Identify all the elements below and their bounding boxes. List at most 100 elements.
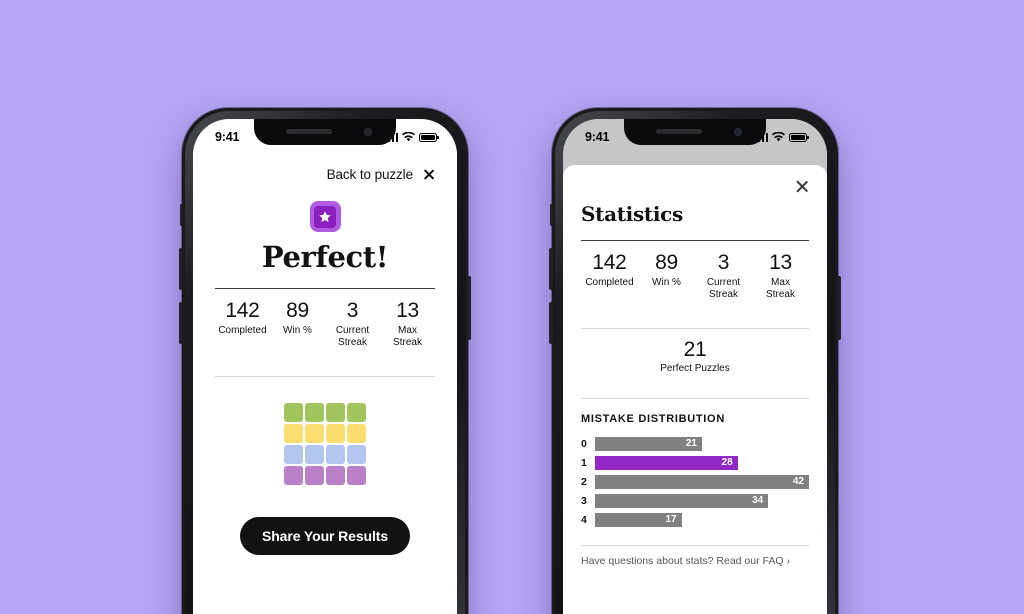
stat-max-streak: 13 Max Streak bbox=[752, 251, 809, 302]
result-tile bbox=[305, 444, 324, 464]
stat-current-streak: 3 Current Streak bbox=[695, 251, 752, 302]
result-tile-grid bbox=[284, 402, 366, 485]
mistake-bar-track: 28 bbox=[595, 455, 809, 470]
stat-value: 13 bbox=[769, 251, 792, 274]
mistake-bar-category: 0 bbox=[581, 437, 587, 450]
stat-value: 142 bbox=[592, 251, 627, 274]
wifi-icon bbox=[772, 132, 785, 142]
screen-right: 9:41 Statistics 142 Completed 89 Win % 3… bbox=[563, 119, 827, 614]
mistake-bar-row: 1 28 bbox=[581, 455, 809, 470]
mistake-bar-row: 0 21 bbox=[581, 436, 809, 451]
silence-switch[interactable] bbox=[550, 204, 553, 226]
stat-current-streak: 3 Current Streak bbox=[325, 299, 380, 350]
close-icon[interactable] bbox=[422, 168, 435, 181]
phone-right: 9:41 Statistics 142 Completed 89 Win % 3… bbox=[549, 108, 841, 614]
page-title: Perfect! bbox=[261, 240, 389, 274]
result-tile bbox=[347, 465, 366, 485]
star-badge-icon bbox=[309, 201, 341, 232]
mistake-bar-track: 17 bbox=[595, 512, 809, 527]
stat-label: Max Streak bbox=[393, 324, 422, 349]
stat-max-streak: 13 Max Streak bbox=[380, 299, 435, 350]
mistake-bar-row: 4 17 bbox=[581, 512, 809, 527]
power-button[interactable] bbox=[837, 276, 841, 340]
silence-switch[interactable] bbox=[180, 204, 183, 226]
stat-win-percent: 89 Win % bbox=[270, 299, 325, 350]
stat-label: Win % bbox=[652, 276, 681, 288]
result-tile bbox=[326, 444, 345, 464]
result-tile bbox=[326, 465, 345, 485]
faq-link[interactable]: Have questions about stats? Read our FAQ… bbox=[581, 555, 790, 567]
divider-mid-bottom bbox=[581, 397, 809, 399]
result-tile bbox=[347, 444, 366, 464]
perfect-puzzles-label: Perfect Puzzles bbox=[660, 362, 730, 374]
mistake-bar-category: 2 bbox=[581, 475, 587, 488]
statistics-modal: Statistics 142 Completed 89 Win % 3 Curr… bbox=[563, 165, 827, 614]
stat-value: 3 bbox=[346, 299, 359, 322]
stat-value: 89 bbox=[286, 299, 309, 322]
mistake-bar-track: 21 bbox=[595, 436, 809, 451]
phone-left: 9:41 Back to puzzle Perfect! 142 Complet… bbox=[179, 108, 471, 614]
volume-up-button[interactable] bbox=[179, 248, 183, 290]
wifi-icon bbox=[402, 132, 415, 142]
mistake-distribution-chart: 0 21 1 28 2 42 3 34 4 17 bbox=[581, 436, 809, 527]
star-badge-inner bbox=[314, 205, 336, 228]
mistake-bar-category: 4 bbox=[581, 513, 587, 526]
modal-close-row[interactable] bbox=[581, 165, 809, 194]
result-tile bbox=[284, 423, 303, 443]
result-grid-container bbox=[215, 402, 435, 485]
mistake-bar-fill: 34 bbox=[595, 493, 769, 508]
back-to-puzzle-label[interactable]: Back to puzzle bbox=[327, 167, 414, 182]
status-time: 9:41 bbox=[585, 130, 610, 144]
share-container: Share Your Results bbox=[215, 516, 435, 555]
volume-up-button[interactable] bbox=[549, 248, 553, 290]
back-to-puzzle-row[interactable]: Back to puzzle bbox=[215, 163, 435, 185]
mistake-bar-category: 3 bbox=[581, 494, 587, 507]
stats-row-right: 142 Completed 89 Win % 3 Current Streak … bbox=[581, 241, 809, 314]
screen-left: 9:41 Back to puzzle Perfect! 142 Complet… bbox=[193, 119, 457, 614]
statistics-screen: 9:41 Statistics 142 Completed 89 Win % 3… bbox=[563, 119, 827, 614]
battery-icon bbox=[419, 132, 439, 142]
volume-down-button[interactable] bbox=[179, 302, 183, 344]
mistake-bar-fill: 42 bbox=[595, 474, 809, 489]
mistake-bar-fill: 17 bbox=[595, 512, 682, 527]
stat-completed: 142 Completed bbox=[581, 251, 638, 302]
mistake-bar-fill: 21 bbox=[595, 436, 702, 451]
mistake-bar-track: 42 bbox=[595, 474, 809, 489]
stat-completed: 142 Completed bbox=[215, 299, 270, 350]
result-tile bbox=[326, 402, 345, 422]
share-results-button[interactable]: Share Your Results bbox=[239, 516, 411, 555]
divider-faq bbox=[581, 544, 809, 546]
stat-value: 13 bbox=[396, 299, 419, 322]
page-title: Statistics bbox=[581, 202, 684, 226]
stat-value: 3 bbox=[717, 251, 730, 274]
result-tile bbox=[347, 402, 366, 422]
notch bbox=[254, 119, 396, 145]
stat-label: Current Streak bbox=[706, 276, 741, 301]
notch bbox=[624, 119, 766, 145]
power-button[interactable] bbox=[467, 276, 471, 340]
result-tile bbox=[284, 444, 303, 464]
star-icon bbox=[319, 210, 331, 222]
result-tile bbox=[284, 402, 303, 422]
front-camera bbox=[734, 128, 742, 136]
mistake-bar-row: 3 34 bbox=[581, 493, 809, 508]
result-tile bbox=[326, 423, 345, 443]
badge-container bbox=[215, 201, 435, 232]
mistake-bar-category: 1 bbox=[581, 456, 587, 469]
close-icon[interactable] bbox=[794, 179, 809, 194]
volume-down-button[interactable] bbox=[549, 302, 553, 344]
stat-label: Completed bbox=[585, 276, 634, 288]
earpiece-speaker bbox=[286, 129, 332, 134]
perfect-puzzles-stat: 21 Perfect Puzzles bbox=[581, 329, 809, 384]
result-tile bbox=[305, 423, 324, 443]
stat-label: Win % bbox=[283, 324, 312, 336]
mistake-bar-fill: 28 bbox=[595, 455, 738, 470]
stat-label: Max Streak bbox=[766, 276, 795, 301]
result-screen: Back to puzzle Perfect! 142 Completed 89… bbox=[193, 149, 457, 614]
status-time: 9:41 bbox=[215, 130, 240, 144]
earpiece-speaker bbox=[656, 129, 702, 134]
divider-bottom bbox=[215, 375, 435, 377]
result-tile bbox=[305, 402, 324, 422]
stat-label: Current Streak bbox=[335, 324, 370, 349]
front-camera bbox=[364, 128, 372, 136]
